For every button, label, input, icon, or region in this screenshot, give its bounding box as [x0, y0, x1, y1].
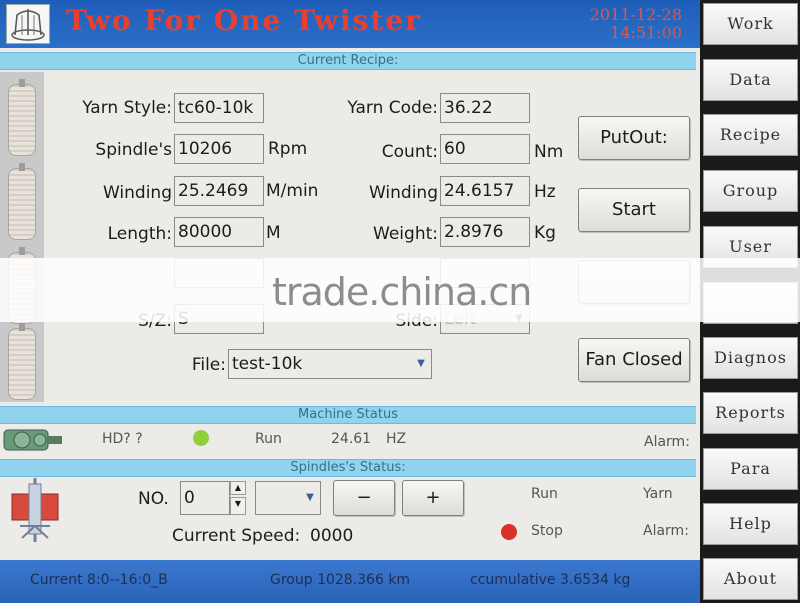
length-field[interactable]: 80000	[174, 217, 264, 247]
spindle-yarn-label: Yarn	[643, 486, 673, 502]
nav-data-button[interactable]: Data	[703, 59, 798, 101]
yarn-code-label: Yarn Code:	[347, 98, 438, 118]
file-select[interactable]: test-10k ▼	[228, 349, 432, 379]
winding-speed-field[interactable]: 25.2469	[174, 176, 264, 206]
yarn-style-field[interactable]: tc60-10k	[174, 93, 264, 123]
nav-reports-button[interactable]: Reports	[703, 392, 798, 434]
spindle-stop-label: Stop	[531, 523, 563, 539]
time-text: 14:51:00	[610, 23, 682, 42]
count-field[interactable]: 60	[440, 134, 530, 164]
count-label: Count:	[381, 142, 438, 162]
spindle-run-label: Run	[531, 486, 558, 502]
winding-freq-field[interactable]: 24.6157	[440, 176, 530, 206]
file-value: test-10k	[232, 354, 303, 374]
nav-recipe-button[interactable]: Recipe	[703, 114, 798, 156]
cumulative-total: ccumulative 3.6534 kg	[470, 572, 631, 588]
putout-button[interactable]: PutOut:	[578, 116, 690, 160]
machine-frequency: 24.61	[331, 431, 372, 447]
footer-bar: Current 8:0--16:0_B Group 1028.366 km cc…	[0, 560, 700, 603]
current-shift: Current 8:0--16:0_B	[30, 572, 168, 588]
spindle-select[interactable]: ▼	[255, 481, 321, 515]
group-total: Group 1028.366 km	[270, 572, 411, 588]
spin-up-icon[interactable]: ▲	[230, 481, 246, 495]
date-text: 2011-12-28	[589, 5, 682, 24]
spindles-status-header: Spindles's Status:	[0, 459, 696, 477]
spindle-speed-unit: Rpm	[268, 139, 308, 159]
nav-para-button[interactable]: Para	[703, 448, 798, 490]
winding-freq-unit: Hz	[534, 182, 556, 202]
nav-about-button[interactable]: About	[703, 558, 798, 600]
bobbin-icon	[8, 79, 36, 156]
length-unit: M	[266, 223, 281, 243]
machine-run-label: Run	[255, 431, 282, 447]
weight-field[interactable]: 2.8976	[440, 217, 530, 247]
current-speed-label: Current Speed:	[172, 526, 301, 546]
machine-frequency-unit: HZ	[386, 431, 407, 447]
spindle-speed-field[interactable]: 10206	[174, 134, 264, 164]
fan-closed-button[interactable]: Fan Closed	[578, 338, 690, 382]
weight-label: Weight:	[373, 224, 438, 244]
spindle-alarm-label: Alarm:	[643, 523, 689, 539]
spindle-speed-label: Spindle's	[95, 140, 172, 160]
decrement-button[interactable]: −	[333, 480, 395, 516]
spin-down-icon[interactable]: ▼	[230, 497, 246, 515]
count-unit: Nm	[534, 142, 564, 162]
run-indicator-icon	[193, 430, 209, 446]
machine-status-header: Machine Status	[0, 406, 696, 424]
watermark-text: trade.china.cn	[272, 270, 532, 314]
chevron-down-icon: ▼	[306, 492, 314, 503]
weight-unit: Kg	[534, 223, 556, 243]
winding-speed-label: Winding	[102, 183, 172, 203]
title-bar: Two For One Twister 2011-12-28 14:51:00	[0, 0, 700, 48]
nav-diagnos-button[interactable]: Diagnos	[703, 337, 798, 379]
spindle-number-field[interactable]: 0	[180, 481, 230, 515]
increment-button[interactable]: +	[402, 480, 464, 516]
start-button[interactable]: Start	[578, 188, 690, 232]
current-speed-value: 0000	[310, 526, 354, 546]
app-title: Two For One Twister	[66, 4, 422, 37]
file-label: File:	[191, 355, 226, 375]
chevron-down-icon: ▼	[417, 358, 425, 369]
nav-group-button[interactable]: Group	[703, 170, 798, 212]
machine-logo-icon	[6, 4, 50, 44]
hd-status: HD? ?	[102, 431, 143, 447]
stop-indicator-icon	[501, 524, 517, 540]
winding-speed-unit: M/min	[266, 181, 319, 201]
yarn-code-field[interactable]: 36.22	[440, 93, 530, 123]
bobbin-icon	[8, 323, 36, 400]
datetime-display: 2011-12-28 14:51:00	[590, 6, 682, 42]
nav-work-button[interactable]: Work	[703, 3, 798, 45]
motor-icon	[3, 429, 62, 451]
nav-help-button[interactable]: Help	[703, 503, 798, 545]
winding-freq-label: Winding	[368, 183, 438, 203]
yarn-style-label: Yarn Style:	[82, 98, 172, 118]
current-recipe-header: Current Recipe:	[0, 52, 696, 70]
spindle-icon	[11, 478, 59, 542]
length-label: Length:	[107, 224, 172, 244]
spindle-no-label: NO.	[138, 489, 169, 509]
machine-alarm-label: Alarm:	[644, 434, 690, 450]
bobbin-column	[0, 72, 44, 402]
bobbin-icon	[8, 163, 36, 240]
